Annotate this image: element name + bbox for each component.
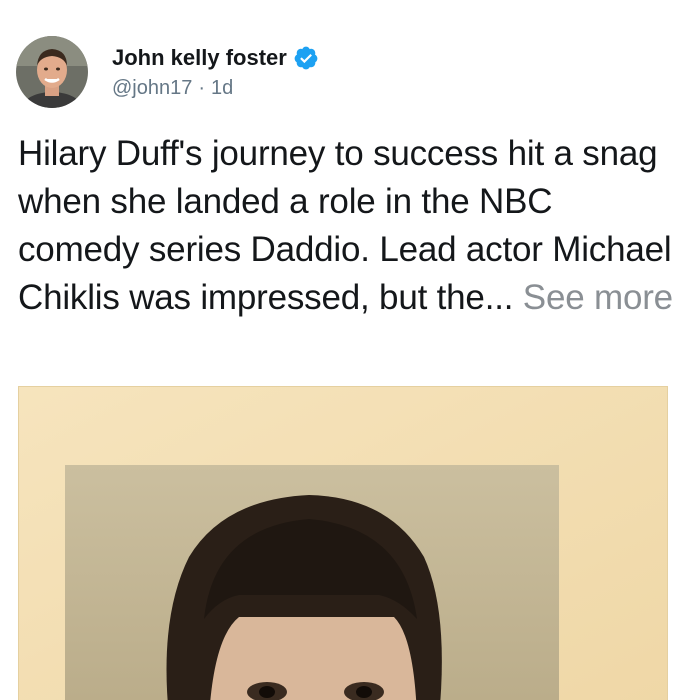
verified-badge-icon	[293, 45, 319, 71]
avatar-photo	[16, 36, 88, 108]
vintage-portrait-photo	[19, 387, 667, 700]
author-display-name[interactable]: John kelly foster	[112, 45, 287, 71]
author-handle[interactable]: @john17	[112, 77, 192, 99]
avatar[interactable]	[16, 36, 88, 108]
post-timestamp[interactable]: 1d	[211, 77, 233, 99]
name-row: John kelly foster	[112, 45, 319, 71]
author-info: John kelly foster @john17 · 1d	[112, 45, 319, 100]
meta-separator: ·	[198, 76, 206, 99]
post-photo[interactable]	[18, 386, 668, 700]
post-card: John kelly foster @john17 · 1d Hilary Duff…	[0, 0, 700, 700]
see-more-link[interactable]: See more	[523, 278, 673, 317]
meta-row: @john17 · 1d	[112, 77, 319, 100]
post-header: John kelly foster @john17 · 1d	[16, 36, 319, 108]
post-text-block: Hilary Duff's journey to success hit a s…	[18, 130, 682, 322]
